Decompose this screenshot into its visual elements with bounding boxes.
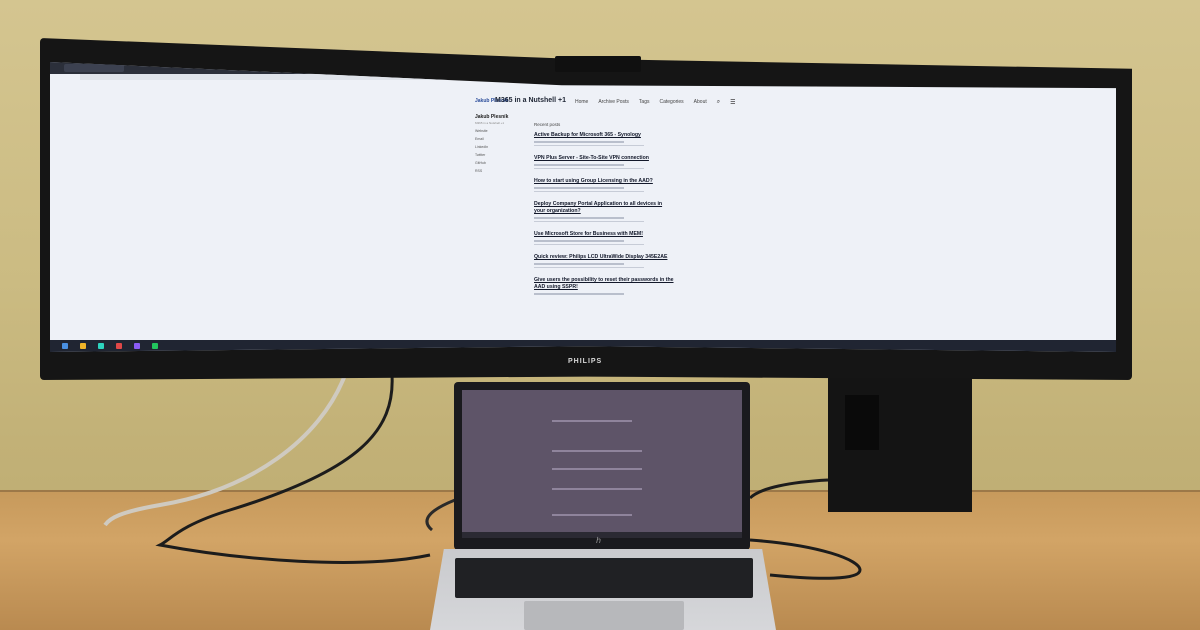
post-item[interactable]: How to start using Group Licensing in th… xyxy=(534,178,674,192)
post-item[interactable]: Active Backup for Microsoft 365 - Synolo… xyxy=(534,132,674,146)
post-excerpt xyxy=(534,167,644,169)
post-meta xyxy=(534,217,624,219)
blog-title[interactable]: M365 in a Nutshell +1 xyxy=(495,97,566,104)
app-icon[interactable] xyxy=(134,343,140,349)
post-title[interactable]: Quick review: Philips LCD UltraWide Disp… xyxy=(534,254,674,261)
author-subtitle: M365 in a Nutshell +1 xyxy=(475,121,505,125)
photo-scene: Jakub Plesník M365 in a Nutshell +1 Home… xyxy=(0,0,1200,630)
laptop-touchpad xyxy=(524,601,684,630)
nav-about[interactable]: About xyxy=(694,99,707,106)
post-excerpt xyxy=(534,190,644,192)
post-excerpt xyxy=(534,243,644,245)
hp-logo-icon: ℎ xyxy=(596,536,602,545)
start-icon[interactable] xyxy=(62,343,68,349)
social-rss[interactable]: RSS xyxy=(475,169,525,173)
laptop-display xyxy=(462,390,742,538)
laptop-taskbar xyxy=(462,532,742,538)
post-meta xyxy=(534,141,624,143)
social-website[interactable]: Website xyxy=(475,129,525,133)
post-excerpt xyxy=(534,220,644,222)
stand-hub xyxy=(845,395,879,450)
blog-nav: Home Archive Posts Tags Categories About… xyxy=(575,99,736,106)
post-item[interactable]: Quick review: Philips LCD UltraWide Disp… xyxy=(534,254,674,268)
post-excerpt xyxy=(534,144,644,146)
post-item[interactable]: Deploy Company Portal Application to all… xyxy=(534,201,674,222)
nav-categories[interactable]: Categories xyxy=(659,99,683,106)
post-title[interactable]: Active Backup for Microsoft 365 - Synolo… xyxy=(534,132,674,139)
nav-home[interactable]: Home xyxy=(575,99,588,106)
post-meta xyxy=(534,263,624,265)
app-icon[interactable] xyxy=(152,343,158,349)
blog-sidebar: Jakub Plesník M365 in a Nutshell +1 Webs… xyxy=(475,114,525,173)
social-twitter[interactable]: Twitter xyxy=(475,153,525,157)
blog-page: Jakub Plesník M365 in a Nutshell +1 Home… xyxy=(475,97,736,358)
post-excerpt xyxy=(534,266,644,268)
post-meta xyxy=(534,187,624,189)
post-title[interactable]: How to start using Group Licensing in th… xyxy=(534,178,674,185)
laptop-text-line xyxy=(552,450,642,452)
nav-archive[interactable]: Archive Posts xyxy=(598,99,629,106)
nav-tags[interactable]: Tags xyxy=(639,99,650,106)
post-meta xyxy=(534,164,624,166)
monitor-brand-logo: PHILIPS xyxy=(568,358,603,365)
laptop-text-line xyxy=(552,420,632,422)
social-email[interactable]: Email xyxy=(475,137,525,141)
laptop-text-line xyxy=(552,468,642,470)
browser-tab[interactable] xyxy=(64,64,124,72)
post-item[interactable]: VPN Plus Server - Site-To-Site VPN conne… xyxy=(534,155,674,169)
post-meta xyxy=(534,240,624,242)
social-github[interactable]: GitHub xyxy=(475,161,525,165)
menu-icon[interactable]: ☰ xyxy=(730,99,735,106)
post-item[interactable]: Give users the possibility to reset thei… xyxy=(534,277,674,295)
post-item[interactable]: Use Microsoft Store for Business with ME… xyxy=(534,231,674,245)
explorer-icon[interactable] xyxy=(80,343,86,349)
recent-posts: Recent posts Active Backup for Microsoft… xyxy=(534,122,674,304)
app-icon[interactable] xyxy=(116,343,122,349)
post-title[interactable]: Deploy Company Portal Application to all… xyxy=(534,201,674,215)
author-name: Jakub Plesník xyxy=(475,114,509,120)
post-title[interactable]: Give users the possibility to reset thei… xyxy=(534,277,674,291)
recent-posts-heading: Recent posts xyxy=(534,122,561,127)
browser-icon[interactable] xyxy=(98,343,104,349)
post-title[interactable]: Use Microsoft Store for Business with ME… xyxy=(534,231,674,238)
post-title[interactable]: VPN Plus Server - Site-To-Site VPN conne… xyxy=(534,155,674,162)
social-linkedin[interactable]: LinkedIn xyxy=(475,145,525,149)
laptop-text-line xyxy=(552,514,632,516)
laptop-keyboard xyxy=(455,558,753,598)
post-meta xyxy=(534,293,624,295)
webcam xyxy=(555,56,641,72)
search-icon[interactable]: ⌕ xyxy=(717,99,720,106)
laptop-text-line xyxy=(552,488,642,490)
